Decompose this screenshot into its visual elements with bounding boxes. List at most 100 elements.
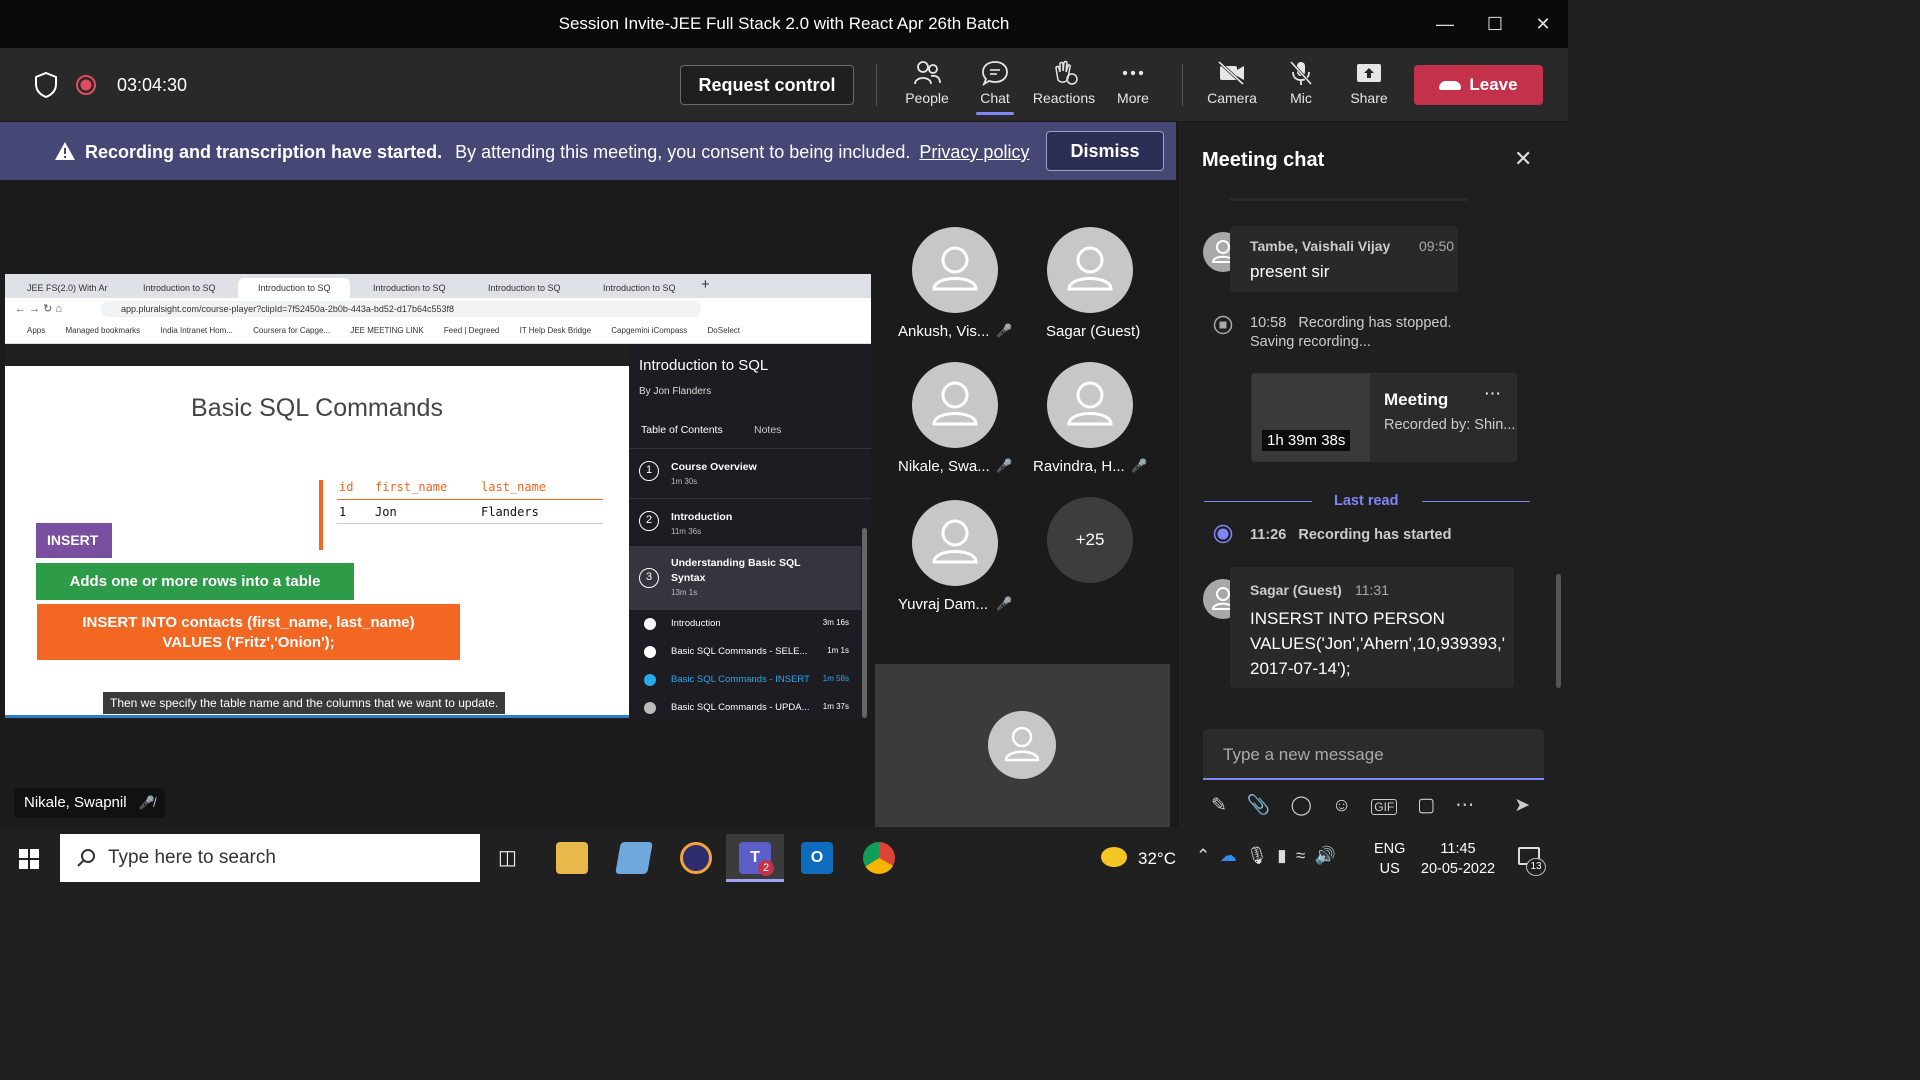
bookmark[interactable]: Capgemini iCompass xyxy=(611,326,687,335)
windows-taskbar: Type here to search ◫ T 2 O 32°C ⌃ ☁ 🎙 ▮… xyxy=(0,834,1568,882)
format-icon[interactable]: ✎ xyxy=(1211,795,1227,816)
clip-item[interactable]: Basic SQL Commands - SELE... 1m 1s xyxy=(629,644,861,672)
bookmark[interactable]: Coursera for Capge... xyxy=(253,326,330,335)
bookmark[interactable]: India Intranet Hom... xyxy=(160,326,232,335)
chevron-up-icon[interactable]: ⌃ xyxy=(1196,846,1210,865)
more-participants-button[interactable]: +25 xyxy=(1047,497,1133,583)
chat-message[interactable]: Tambe, Vaishali Vijay 09:50 present sir xyxy=(1230,226,1458,292)
close-chat-icon[interactable]: ✕ xyxy=(1514,146,1532,172)
video-progress[interactable] xyxy=(5,715,629,718)
mic-button[interactable]: Mic xyxy=(1269,60,1333,106)
message-input-placeholder[interactable]: Type a new message xyxy=(1223,745,1384,765)
chat-active-indicator xyxy=(976,112,1014,115)
url-bar[interactable]: app.pluralsight.com/course-player?clipId… xyxy=(101,301,701,317)
participant-tile[interactable] xyxy=(912,227,998,313)
browser-tab[interactable]: Introduction to SQ xyxy=(353,278,465,298)
windows-start-icon[interactable] xyxy=(19,849,39,869)
new-tab-icon[interactable]: + xyxy=(701,276,710,293)
notification-count: 13 xyxy=(1526,858,1546,876)
bookmark[interactable]: Feed | Degreed xyxy=(444,326,499,335)
participant-tile[interactable] xyxy=(912,500,998,586)
onedrive-icon[interactable]: ☁ xyxy=(1220,846,1237,865)
clock[interactable]: 11:45 20-05-2022 xyxy=(1418,839,1498,879)
clip-item-current[interactable]: Basic SQL Commands - INSERT 1m 58s xyxy=(629,672,861,700)
nav-arrows-icon[interactable]: ← → ↻ ⌂ xyxy=(15,302,62,315)
clip-item[interactable]: Basic SQL Commands - UPDA... 1m 37s xyxy=(629,700,861,728)
module-item-active[interactable]: 3 Understanding Basic SQL Syntax 13m 1s xyxy=(629,546,861,610)
recording-by: Recorded by: Shin... xyxy=(1384,417,1516,433)
browser-tab[interactable]: JEE FS(2.0) With Ar xyxy=(7,278,119,298)
weather-icon[interactable] xyxy=(1101,847,1127,867)
scrollbar[interactable] xyxy=(862,528,867,718)
volume-icon[interactable]: 🔊 xyxy=(1315,846,1336,865)
clip-name: Basic SQL Commands - INSERT xyxy=(671,674,810,685)
participant-tile[interactable] xyxy=(1047,227,1133,313)
browser-tab[interactable]: Introduction to SQ xyxy=(583,278,695,298)
tab-notes[interactable]: Notes xyxy=(754,424,781,436)
participant-name: Ravindra, H... xyxy=(1033,458,1125,475)
emoji-icon[interactable]: ☺ xyxy=(1332,795,1351,816)
module-duration: 13m 1s xyxy=(671,588,698,597)
browser-tab[interactable]: Introduction to SQ xyxy=(468,278,580,298)
module-item[interactable]: 2 Introduction 11m 36s xyxy=(629,498,871,546)
microphone-icon[interactable]: 🎙 xyxy=(1246,846,1268,865)
avatar xyxy=(1047,362,1133,448)
gif-icon[interactable]: GIF xyxy=(1371,799,1398,815)
participant-name: Ankush, Vis... xyxy=(898,323,990,340)
weather-temp[interactable]: 32°C xyxy=(1138,849,1176,869)
bookmark[interactable]: JEE MEETING LINK xyxy=(350,326,423,335)
outlook-icon[interactable]: O xyxy=(801,842,833,874)
taskbar-search[interactable]: Type here to search xyxy=(60,834,480,882)
bookmark[interactable]: Apps xyxy=(27,326,45,335)
file-explorer-icon[interactable] xyxy=(556,842,588,874)
person-icon xyxy=(1067,381,1113,426)
slide-accent-bar xyxy=(319,480,323,550)
more-button[interactable]: More xyxy=(1101,60,1165,106)
sticker-icon[interactable]: ▢ xyxy=(1417,795,1435,816)
bookmark[interactable]: DoSelect xyxy=(708,326,740,335)
notepad-icon[interactable] xyxy=(615,842,653,874)
event-time: 11:26 xyxy=(1250,527,1287,543)
bookmark[interactable]: IT Help Desk Bridge xyxy=(520,326,591,335)
module-item[interactable]: 1 Course Overview 1m 30s xyxy=(629,448,871,498)
minimize-button[interactable]: — xyxy=(1430,10,1460,38)
more-options-icon[interactable]: ⋯ xyxy=(1484,384,1501,404)
reactions-button[interactable]: Reactions xyxy=(1032,60,1096,106)
people-button[interactable]: People xyxy=(895,60,959,106)
maximize-button[interactable]: ☐ xyxy=(1480,10,1510,38)
share-button[interactable]: Share xyxy=(1337,60,1401,106)
participant-tile[interactable] xyxy=(1047,362,1133,448)
privacy-policy-link[interactable]: Privacy policy xyxy=(919,142,1029,162)
wifi-icon[interactable]: ≈ xyxy=(1296,846,1305,865)
chrome-icon[interactable] xyxy=(863,842,895,874)
battery-icon[interactable]: ▮ xyxy=(1277,846,1286,865)
browser-tab-active[interactable]: Introduction to SQ xyxy=(238,278,350,298)
more-actions-icon[interactable]: ⋯ xyxy=(1455,795,1474,816)
message-compose-box[interactable]: Type a new message xyxy=(1203,729,1544,780)
clip-item[interactable]: Introduction 3m 16s xyxy=(629,616,861,644)
slide-video[interactable]: Basic SQL Commands id first_name last_na… xyxy=(5,366,629,718)
tab-table-of-contents[interactable]: Table of Contents xyxy=(641,424,723,436)
task-view-icon[interactable]: ◫ xyxy=(498,845,517,870)
leave-button[interactable]: Leave xyxy=(1414,65,1543,105)
reactions-icon xyxy=(1055,60,1078,85)
scrollbar[interactable] xyxy=(1556,574,1561,688)
avatar xyxy=(912,362,998,448)
request-control-button[interactable]: Request control xyxy=(680,65,854,105)
language-indicator[interactable]: ENG US xyxy=(1374,839,1405,879)
browser-tab[interactable]: Introduction to SQ xyxy=(123,278,235,298)
shield-icon[interactable] xyxy=(34,71,58,99)
bookmark[interactable]: Managed bookmarks xyxy=(65,326,140,335)
recording-card[interactable]: 1h 39m 38s Meeting Recorded by: Shin... … xyxy=(1251,373,1517,462)
loop-icon[interactable]: ◯ xyxy=(1291,795,1312,816)
eclipse-icon[interactable] xyxy=(680,842,712,874)
participant-tile[interactable] xyxy=(912,362,998,448)
send-icon[interactable]: ➤ xyxy=(1514,795,1530,816)
chat-message[interactable]: Sagar (Guest) 11:31 INSERST INTO PERSON … xyxy=(1230,567,1514,688)
camera-button[interactable]: Camera xyxy=(1200,60,1264,106)
close-window-button[interactable]: ✕ xyxy=(1528,10,1558,38)
teams-taskbar-item[interactable]: T 2 xyxy=(726,834,784,882)
chat-button[interactable]: Chat xyxy=(963,60,1027,115)
dismiss-button[interactable]: Dismiss xyxy=(1046,131,1164,171)
attach-icon[interactable]: 📎 xyxy=(1247,795,1271,816)
